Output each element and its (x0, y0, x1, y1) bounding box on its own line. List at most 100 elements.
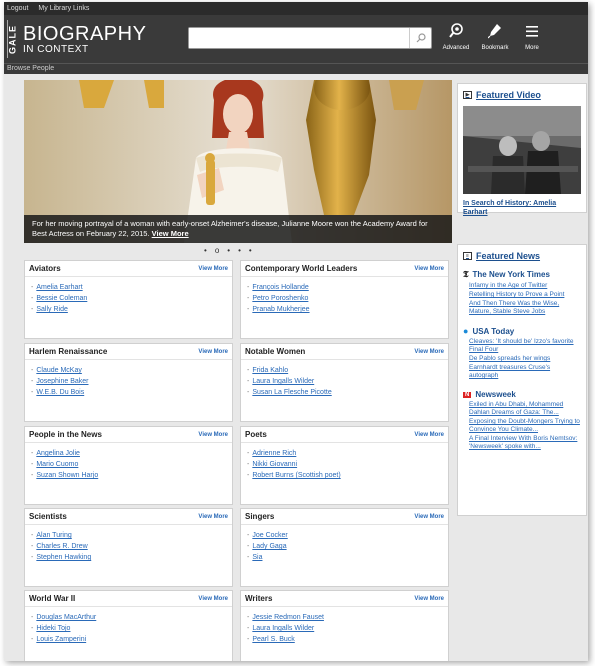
person-link[interactable]: Bessie Coleman (36, 295, 87, 302)
person-link[interactable]: Pranab Mukherjee (252, 306, 309, 313)
person-link[interactable]: Claude McKay (36, 367, 82, 374)
view-more-link[interactable]: View More (414, 266, 444, 272)
library-links-link[interactable]: My Library Links (38, 5, 89, 12)
person-link[interactable]: W.E.B. Du Bois (36, 389, 84, 396)
view-more-link[interactable]: View More (198, 432, 228, 438)
hero-caption: For her moving portrayal of a woman with… (24, 215, 452, 243)
view-more-link[interactable]: View More (414, 596, 444, 602)
person-link[interactable]: Susan La Flesche Picotte (252, 389, 331, 396)
person-link[interactable]: Frida Kahlo (252, 367, 288, 374)
person-link[interactable]: Angelina Jolie (36, 450, 80, 457)
person-link[interactable]: Charles R. Drew (36, 543, 87, 550)
person-link[interactable]: Josephine Baker (36, 378, 88, 385)
featured-video-link[interactable]: In Search of History: Amelia Earhart (463, 199, 581, 217)
more-button[interactable]: More (515, 23, 549, 51)
person-link[interactable]: Stephen Hawking (36, 554, 91, 561)
hero-carousel[interactable]: For her moving portrayal of a woman with… (24, 80, 452, 243)
person-link[interactable]: Amelia Earhart (36, 284, 82, 291)
news-list: -Exiled in Abu Dhabi, Mohammed Dahlan Dr… (463, 401, 581, 451)
person-link[interactable]: Sia (252, 554, 262, 561)
topic-card: Harlem Renaissance View More - Claude McKay… (24, 343, 233, 422)
bookmark-button[interactable]: Bookmark (478, 23, 512, 51)
list-item: - Pranab Mukherjee (247, 304, 448, 315)
news-source-name[interactable]: USA Today (472, 327, 514, 336)
news-source-name[interactable]: The New York Times (473, 270, 550, 279)
carousel-dot[interactable]: • (249, 246, 252, 255)
carousel-dot-active[interactable]: o (215, 246, 219, 255)
bullet-dash: - (247, 554, 250, 561)
person-link[interactable]: Jessie Redmon Fauset (252, 614, 324, 621)
brand-logo[interactable]: BIOGRAPHY IN CONTEXT (23, 24, 146, 55)
browser-frame: Logout My Library Links GALE BIOGRAPHY I… (4, 2, 588, 661)
search-button[interactable] (409, 28, 431, 48)
list-item: - Josephine Baker (31, 376, 232, 387)
person-link[interactable]: Suzan Shown Harjo (36, 472, 98, 479)
list-item: - Douglas MacArthur (31, 612, 232, 623)
search-box (188, 27, 432, 49)
person-link[interactable]: Pearl S. Buck (252, 636, 294, 643)
news-item-link[interactable]: -Earnhardt treasures Cruse's autograph (469, 364, 581, 380)
view-more-link[interactable]: View More (414, 514, 444, 520)
news-item-text: Retelling History to Prove a Point (469, 291, 565, 298)
news-source-name[interactable]: Newsweek (475, 390, 515, 399)
news-item-link[interactable]: -Cleaves: 'It should be' Izzo's favorite… (469, 338, 581, 354)
topic-card: Singers View More - Joe Cocker - Lady Gaga - Si… (240, 508, 449, 587)
search-input[interactable] (189, 28, 399, 48)
list-item: - Lady Gaga (247, 541, 448, 552)
topic-card: Contemporary World Leaders View More - Fran… (240, 260, 449, 339)
person-link[interactable]: Sally Ride (36, 306, 68, 313)
news-item-link[interactable]: -Infamy in the Age of Twitter (469, 282, 581, 290)
news-item-link[interactable]: -Retelling History to Prove a Point (469, 291, 581, 299)
person-link[interactable]: Douglas MacArthur (36, 614, 96, 621)
person-link[interactable]: Louis Zamperini (36, 636, 86, 643)
person-link[interactable]: Laura Ingalls Wilder (252, 625, 314, 632)
bullet-dash: - (31, 295, 34, 302)
news-source-header: N Newsweek (463, 390, 581, 399)
person-link[interactable]: Mario Cuomo (36, 461, 78, 468)
view-more-link[interactable]: View More (414, 432, 444, 438)
carousel-dot[interactable]: • (204, 246, 207, 255)
advanced-search-button[interactable]: Advanced (439, 23, 473, 51)
person-link[interactable]: Alan Turing (36, 532, 71, 539)
browse-people-link[interactable]: Browse People (4, 63, 588, 74)
list-item: - Mario Cuomo (31, 459, 232, 470)
view-more-link[interactable]: View More (198, 596, 228, 602)
hero-view-more-link[interactable]: View More (152, 229, 189, 238)
person-link[interactable]: Laura Ingalls Wilder (252, 378, 314, 385)
topic-card: Poets View More - Adrienne Rich - Nikki Giova… (240, 426, 449, 505)
view-more-link[interactable]: View More (198, 266, 228, 272)
person-link[interactable]: Nikki Giovanni (252, 461, 297, 468)
news-source-logo-icon: 𝕿 (463, 269, 469, 279)
person-link[interactable]: Lady Gaga (252, 543, 286, 550)
view-more-link[interactable]: View More (198, 514, 228, 520)
featured-news-heading[interactable]: Featured News (476, 251, 540, 261)
news-item-link[interactable]: -Exiled in Abu Dhabi, Mohammed Dahlan Dr… (469, 401, 581, 417)
logout-link[interactable]: Logout (7, 5, 28, 12)
bullet-dash: - (247, 543, 250, 550)
news-item-link[interactable]: -And Then There Was the Wise, Mature, St… (469, 300, 581, 316)
bullet-dash: - (247, 389, 250, 396)
person-link[interactable]: François Hollande (252, 284, 308, 291)
bullet-dash: - (31, 306, 34, 313)
carousel-dot[interactable]: • (227, 246, 230, 255)
view-more-link[interactable]: View More (198, 349, 228, 355)
featured-video-heading[interactable]: Featured Video (476, 90, 541, 100)
news-item-link[interactable]: -A Final Interview With Boris Nemtsov: '… (469, 435, 581, 451)
news-item-link[interactable]: -Exposing the Doubt-Mongers Trying to Co… (469, 418, 581, 434)
view-more-link[interactable]: View More (414, 349, 444, 355)
list-item: - François Hollande (247, 282, 448, 293)
person-link[interactable]: Joe Cocker (252, 532, 287, 539)
person-link[interactable]: Petro Poroshenko (252, 295, 308, 302)
person-link[interactable]: Adrienne Rich (252, 450, 296, 457)
featured-video-thumbnail[interactable] (463, 106, 581, 194)
carousel-dot[interactable]: • (238, 246, 241, 255)
list-item: - Alan Turing (31, 530, 232, 541)
person-link[interactable]: Robert Burns (Scottish poet) (252, 472, 340, 479)
list-item: - Joe Cocker (247, 530, 448, 541)
news-item-text: Exiled in Abu Dhabi, Mohammed Dahlan Dre… (469, 401, 564, 416)
news-item-link[interactable]: -De Pablo spreads her wings (469, 355, 581, 363)
bullet-dash: - (31, 554, 34, 561)
person-link[interactable]: Hideki Tojo (36, 625, 70, 632)
bullet-dash: - (31, 625, 34, 632)
bullet-dash: - (31, 532, 34, 539)
